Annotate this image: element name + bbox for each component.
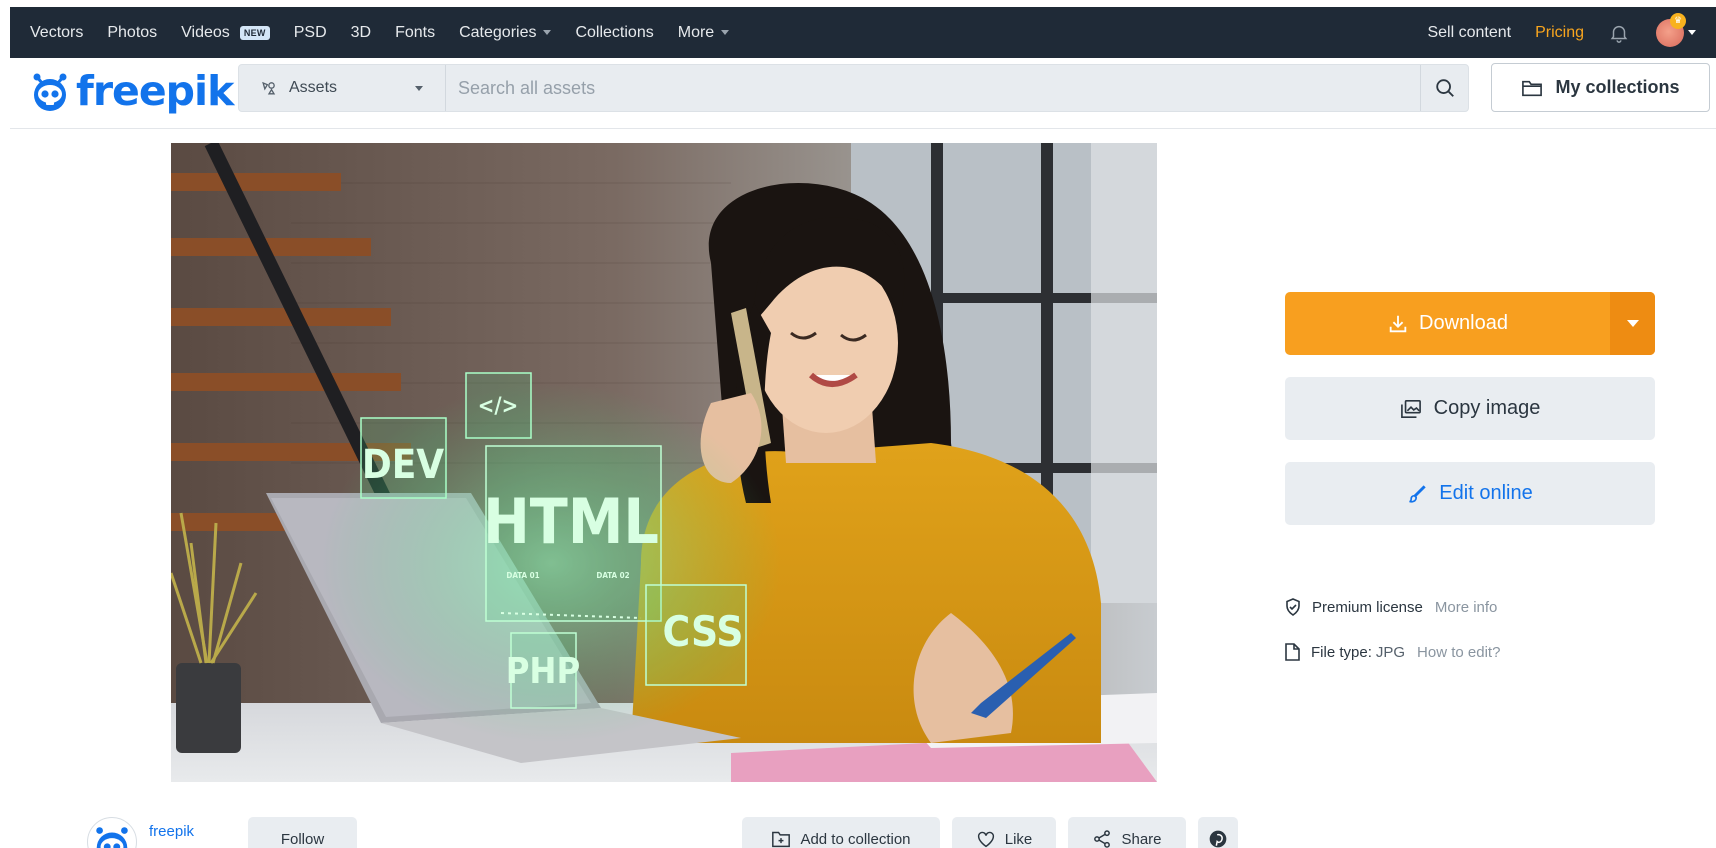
header: freepik Assets Search all assets My coll… (10, 58, 1716, 129)
edit-online-label: Edit online (1439, 482, 1533, 504)
assets-icon (262, 81, 276, 95)
nav-categories[interactable]: Categories (459, 23, 552, 42)
folder-plus-icon (772, 831, 791, 848)
author-avatar (87, 817, 137, 848)
caret-down-icon (415, 86, 423, 91)
search-icon (1435, 79, 1454, 97)
nav-3d[interactable]: 3D (351, 24, 371, 42)
photo-label-php: PHP (506, 651, 581, 692)
caret-down-icon (543, 30, 552, 35)
logo-text: freepik (76, 66, 234, 115)
brush-icon (1409, 484, 1426, 503)
my-collections-button[interactable]: My collections (1491, 63, 1710, 112)
my-collections-label: My collections (1555, 77, 1680, 97)
license-row: Premium license More info (1285, 598, 1497, 616)
search-input[interactable] (446, 65, 1420, 111)
nav-label: More (677, 23, 715, 41)
photo-illustration: DEV </> HTML DATA 01 DATA 02 CSS PHP (171, 143, 1157, 782)
download-button[interactable]: Download (1285, 292, 1655, 355)
heart-icon (977, 831, 994, 848)
author-name[interactable]: freepik (149, 823, 194, 840)
nav-right: Sell content Pricing ♛ (1427, 12, 1696, 47)
nav-videos[interactable]: Videos NEW (181, 24, 270, 42)
asset-type-select[interactable]: Assets (239, 65, 446, 111)
share-button[interactable]: Share (1068, 817, 1186, 848)
photo-label-html: HTML (483, 485, 659, 558)
copy-image-icon (1400, 399, 1421, 418)
download-icon (1389, 315, 1407, 332)
caret-down-icon (1626, 320, 1639, 327)
nav-label: 3D (350, 23, 372, 41)
nav-label: Collections (575, 23, 654, 41)
download-main[interactable]: Download (1285, 292, 1610, 355)
nav-label: Videos (181, 23, 230, 41)
nav-left: Vectors Photos Videos NEW PSD 3D Fonts Ca… (30, 24, 753, 42)
pinterest-icon (1209, 830, 1227, 848)
shield-check-icon (1286, 598, 1300, 616)
like-label: Like (1004, 830, 1033, 848)
photo-label-css: CSS (662, 607, 743, 656)
nav-psd[interactable]: PSD (294, 24, 327, 42)
freepik-logo[interactable]: freepik (28, 66, 234, 115)
download-options-button[interactable] (1610, 292, 1655, 355)
add-to-collection-label: Add to collection (800, 830, 911, 848)
nav-label: PSD (293, 23, 327, 41)
page: Vectors Photos Videos NEW PSD 3D Fonts Ca… (10, 7, 1716, 848)
author[interactable]: freepik (87, 817, 194, 848)
edit-online-button[interactable]: Edit online (1285, 462, 1655, 525)
pricing-link[interactable]: Pricing (1535, 24, 1584, 42)
nav-label: Photos (107, 23, 158, 41)
search-button[interactable] (1420, 65, 1468, 111)
asset-type-label: Assets (289, 79, 338, 96)
copy-image-button[interactable]: Copy image (1285, 377, 1655, 440)
how-to-edit-link[interactable]: How to edit? (1417, 644, 1500, 661)
share-label: Share (1121, 830, 1162, 848)
search-bar: Assets (238, 64, 1469, 112)
photo-label-data-01: DATA 01 (506, 571, 539, 580)
nav-collections[interactable]: Collections (575, 24, 653, 42)
file-type-row: File type: JPG How to edit? (1285, 643, 1500, 661)
nav-label: Fonts (395, 23, 436, 41)
copy-image-label: Copy image (1433, 397, 1541, 419)
freepik-author-icon (96, 827, 128, 848)
user-menu[interactable]: ♛ (1656, 12, 1696, 47)
photo-label-data-02: DATA 02 (596, 571, 629, 580)
nav-fonts[interactable]: Fonts (395, 24, 435, 42)
file-icon (1285, 643, 1300, 661)
folder-icon (1522, 80, 1543, 96)
download-label: Download (1419, 312, 1508, 334)
nav-photos[interactable]: Photos (107, 24, 157, 42)
sell-content-link[interactable]: Sell content (1427, 24, 1511, 42)
caret-down-icon (1688, 30, 1696, 35)
freepik-logo-icon (33, 73, 67, 111)
more-info-link[interactable]: More info (1435, 599, 1498, 616)
nav-label: Categories (459, 23, 537, 41)
nav-more[interactable]: More (677, 23, 730, 42)
main-photo[interactable]: DEV </> HTML DATA 01 DATA 02 CSS PHP (171, 143, 1157, 782)
follow-button[interactable]: Follow (248, 817, 357, 848)
top-navigation: Vectors Photos Videos NEW PSD 3D Fonts Ca… (10, 7, 1716, 58)
license-label: Premium license (1312, 598, 1423, 616)
crown-icon: ♛ (1670, 12, 1686, 29)
nav-vectors[interactable]: Vectors (30, 24, 83, 42)
file-type-value: JPG (1375, 643, 1406, 661)
like-button[interactable]: Like (952, 817, 1056, 848)
file-type-label: File type: (1311, 643, 1372, 661)
photo-label-dev: DEV (362, 442, 444, 488)
add-to-collection-button[interactable]: Add to collection (742, 817, 940, 848)
share-icon (1094, 830, 1111, 848)
new-badge: NEW (239, 25, 270, 40)
nav-label: Vectors (30, 23, 84, 41)
photo-label-code: </> (478, 394, 518, 419)
caret-down-icon (721, 30, 730, 35)
bell-icon[interactable] (1608, 22, 1630, 44)
pinterest-button[interactable] (1198, 817, 1238, 848)
